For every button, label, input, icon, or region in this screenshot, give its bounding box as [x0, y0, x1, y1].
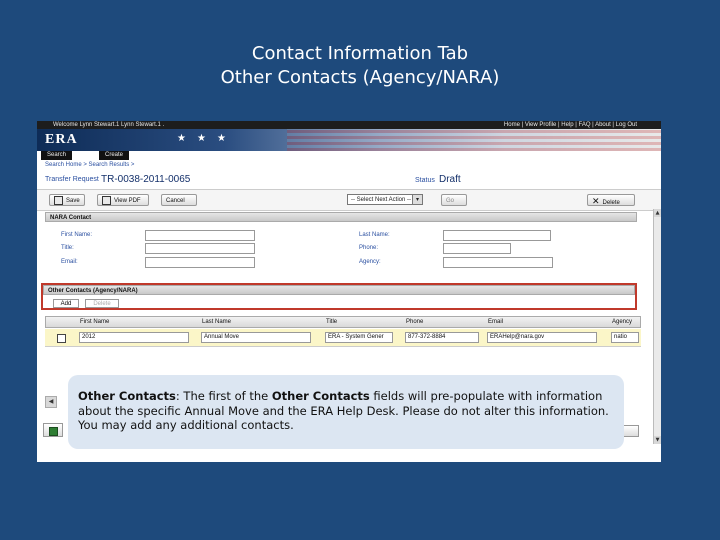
title-cell[interactable]: ERA - System Gener [325, 332, 393, 343]
era-logo: ERA [45, 132, 78, 147]
vertical-scrollbar[interactable]: ▲ ▼ [653, 209, 661, 444]
phone-label: Phone: [359, 245, 379, 251]
column-header: Title [326, 319, 338, 325]
tab-create[interactable]: Create [99, 151, 130, 160]
agency-field[interactable] [443, 257, 553, 268]
next-action-select[interactable]: -- Select Next Action -- ▾ [347, 194, 423, 205]
column-header: First Name [80, 319, 110, 325]
title-field[interactable] [145, 243, 255, 254]
tab-search[interactable]: Search [41, 151, 73, 160]
column-header: Email [488, 319, 504, 325]
last-name-label: Last Name: [359, 232, 390, 238]
phone-field[interactable] [443, 243, 511, 254]
callout-text-1: : The first of the [175, 389, 272, 403]
view-pdf-button[interactable]: View PDF [97, 194, 149, 206]
chevron-down-icon: ▾ [412, 195, 422, 204]
cancel-button[interactable]: Cancel [161, 194, 197, 206]
slide-title-line2: Other Contacts (Agency/NARA) [220, 67, 500, 88]
email-label: Email: [61, 259, 78, 265]
toolbar: Save View PDF Cancel -- Select Next Acti… [37, 189, 661, 211]
top-bar: Welcome Lynn Stewart.1 Lynn Stewart.1 . … [37, 121, 661, 129]
table-row: 2012 Annual Move ERA - System Gener 877-… [45, 329, 641, 347]
phone-cell[interactable]: 877-372-8884 [405, 332, 479, 343]
scroll-up-icon[interactable]: ▲ [654, 209, 661, 217]
contacts-grid-header: First Name Last Name Title Phone Email A… [45, 316, 641, 328]
status-value: Draft [439, 174, 461, 185]
title-label: Title: [61, 245, 74, 251]
welcome-text: Welcome Lynn Stewart.1 Lynn Stewart.1 . [53, 122, 165, 128]
scroll-down-icon[interactable]: ▼ [654, 436, 661, 444]
slide-title-line1: Contact Information Tab [251, 43, 469, 64]
column-header: Agency [612, 319, 633, 325]
transfer-request-number: TR-0038-2011-0065 [101, 174, 191, 185]
transfer-request-label: Transfer Request [45, 176, 99, 183]
top-links[interactable]: Home | View Profile | Help | FAQ | About… [504, 121, 637, 129]
callout-bold: Other Contacts [271, 389, 370, 403]
star-icon: ★ [197, 133, 206, 144]
delete-contact-tab[interactable]: Delete [85, 299, 119, 308]
first-name-field[interactable] [145, 230, 255, 241]
email-field[interactable] [145, 257, 255, 268]
save-button[interactable]: Save [49, 194, 85, 206]
agency-label: Agency: [359, 259, 381, 265]
agency-cell[interactable]: natio [611, 332, 639, 343]
delete-button[interactable]: ✕ Delete [587, 194, 635, 206]
bottom-save-button[interactable] [43, 423, 63, 437]
breadcrumb[interactable]: Search Home > Search Results > [45, 162, 134, 168]
star-icon: ★ [177, 133, 186, 144]
save-icon [54, 195, 63, 205]
column-header: Last Name [202, 319, 232, 325]
highlight-box [41, 283, 637, 310]
flag-stripes [287, 129, 661, 151]
close-icon: ✕ [592, 196, 600, 206]
last-name-cell[interactable]: Annual Move [201, 332, 311, 343]
row-checkbox[interactable] [57, 334, 66, 343]
scroll-left-icon[interactable]: ◀ [45, 396, 57, 408]
bottom-right-button[interactable] [623, 425, 639, 437]
callout-box: Other Contacts: The first of the Other C… [68, 375, 624, 449]
first-name-label: First Name: [61, 232, 93, 238]
add-contact-tab[interactable]: Add [53, 299, 79, 308]
pdf-icon [102, 195, 111, 205]
nara-contact-heading: NARA Contact [45, 212, 637, 222]
first-name-cell[interactable]: 2012 [79, 332, 189, 343]
last-name-field[interactable] [443, 230, 551, 241]
nav-bar: Search Create [37, 151, 661, 160]
banner: ERA ★ ★ ★ [37, 129, 661, 151]
column-header: Phone [406, 319, 424, 325]
go-button[interactable]: Go [441, 194, 467, 206]
slide-title: Contact Information Tab Other Contacts (… [0, 42, 720, 90]
save-icon [49, 427, 58, 436]
email-cell[interactable]: ERAHelp@nara.gov [487, 332, 597, 343]
star-icon: ★ [217, 133, 226, 144]
callout-lead: Other Contacts [78, 389, 176, 403]
status-label: Status [415, 177, 435, 184]
